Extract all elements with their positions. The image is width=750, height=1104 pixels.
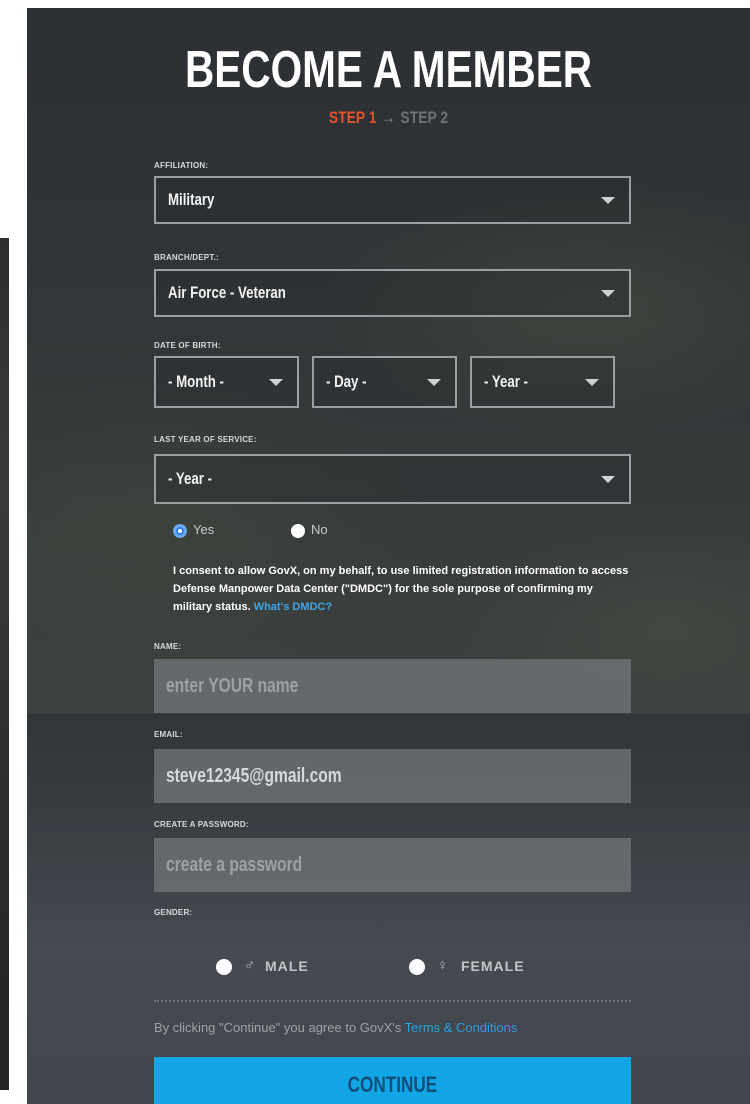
dmdc-info-link[interactable]: What's DMDC? — [254, 601, 332, 613]
chevron-down-icon — [427, 379, 441, 386]
branch-select[interactable]: Air Force - Veteran — [154, 269, 631, 317]
consent-yes-label: Yes — [193, 522, 215, 537]
consent-text: I consent to allow GovX, on my behalf, t… — [173, 562, 633, 616]
chevron-down-icon — [601, 476, 615, 483]
last-year-label: LAST YEAR OF SERVICE: — [154, 435, 257, 444]
registration-panel: BECOME A MEMBER STEP 1 → STEP 2 AFFILIATIO… — [27, 8, 750, 1104]
step-arrow: → — [381, 108, 396, 127]
background-panel-edge — [0, 238, 9, 1090]
branch-value: Air Force - Veteran — [168, 283, 286, 302]
step-indicator: STEP 1 → STEP 2 — [92, 108, 685, 128]
dob-label: DATE OF BIRTH: — [154, 341, 221, 350]
dob-year-value: - Year - — [484, 372, 528, 391]
continue-button[interactable]: CONTINUE — [154, 1057, 631, 1104]
dob-year-select[interactable]: - Year - — [470, 356, 615, 408]
consent-yes-radio[interactable] — [173, 524, 187, 538]
last-year-select[interactable]: - Year - — [154, 454, 631, 504]
name-label: NAME: — [154, 642, 182, 651]
page-title: BECOME A MEMBER — [184, 41, 593, 99]
continue-label: CONTINUE — [347, 1071, 438, 1097]
dob-month-select[interactable]: - Month - — [154, 356, 299, 408]
password-input[interactable]: create a password — [154, 838, 631, 892]
male-icon: ♂ — [244, 957, 256, 974]
email-value: steve12345@gmail.com — [166, 764, 342, 787]
chevron-down-icon — [269, 379, 283, 386]
gender-label: GENDER: — [154, 908, 193, 917]
chevron-down-icon — [601, 290, 615, 297]
gender-options: ♂ MALE ♀ FEMALE — [27, 956, 750, 978]
branch-label: BRANCH/DEPT.: — [154, 253, 219, 262]
step-2-label: STEP 2 — [400, 108, 449, 127]
password-placeholder: create a password — [166, 853, 303, 876]
dob-day-select[interactable]: - Day - — [312, 356, 457, 408]
gender-female-radio[interactable] — [409, 959, 425, 975]
affiliation-select[interactable]: Military — [154, 176, 631, 224]
consent-body: I consent to allow GovX, on my behalf, t… — [173, 565, 629, 613]
dob-day-value: - Day - — [326, 372, 367, 391]
terms-divider — [154, 1000, 631, 1002]
chevron-down-icon — [601, 197, 615, 204]
name-placeholder: enter YOUR name — [166, 674, 299, 697]
step-1-label: STEP 1 — [328, 108, 377, 127]
affiliation-value: Military — [168, 190, 215, 209]
dob-month-value: - Month - — [168, 372, 224, 391]
email-label: EMAIL: — [154, 730, 183, 739]
gender-male-label: MALE — [265, 958, 309, 974]
consent-no-label: No — [311, 522, 328, 537]
email-input[interactable]: steve12345@gmail.com — [154, 749, 631, 803]
gender-male-radio[interactable] — [216, 959, 232, 975]
terms-notice: By clicking "Continue" you agree to GovX… — [154, 1020, 631, 1035]
terms-link[interactable]: Terms & Conditions — [405, 1020, 518, 1035]
gender-female-label: FEMALE — [461, 958, 525, 974]
name-input[interactable]: enter YOUR name — [154, 659, 631, 713]
affiliation-label: AFFILIATION: — [154, 161, 209, 170]
last-year-value: - Year - — [168, 469, 212, 488]
female-icon: ♀ — [437, 957, 449, 974]
password-label: CREATE A PASSWORD: — [154, 820, 249, 829]
consent-no-radio[interactable] — [291, 524, 305, 538]
terms-prefix: By clicking "Continue" you agree to GovX… — [154, 1020, 402, 1035]
chevron-down-icon — [585, 379, 599, 386]
